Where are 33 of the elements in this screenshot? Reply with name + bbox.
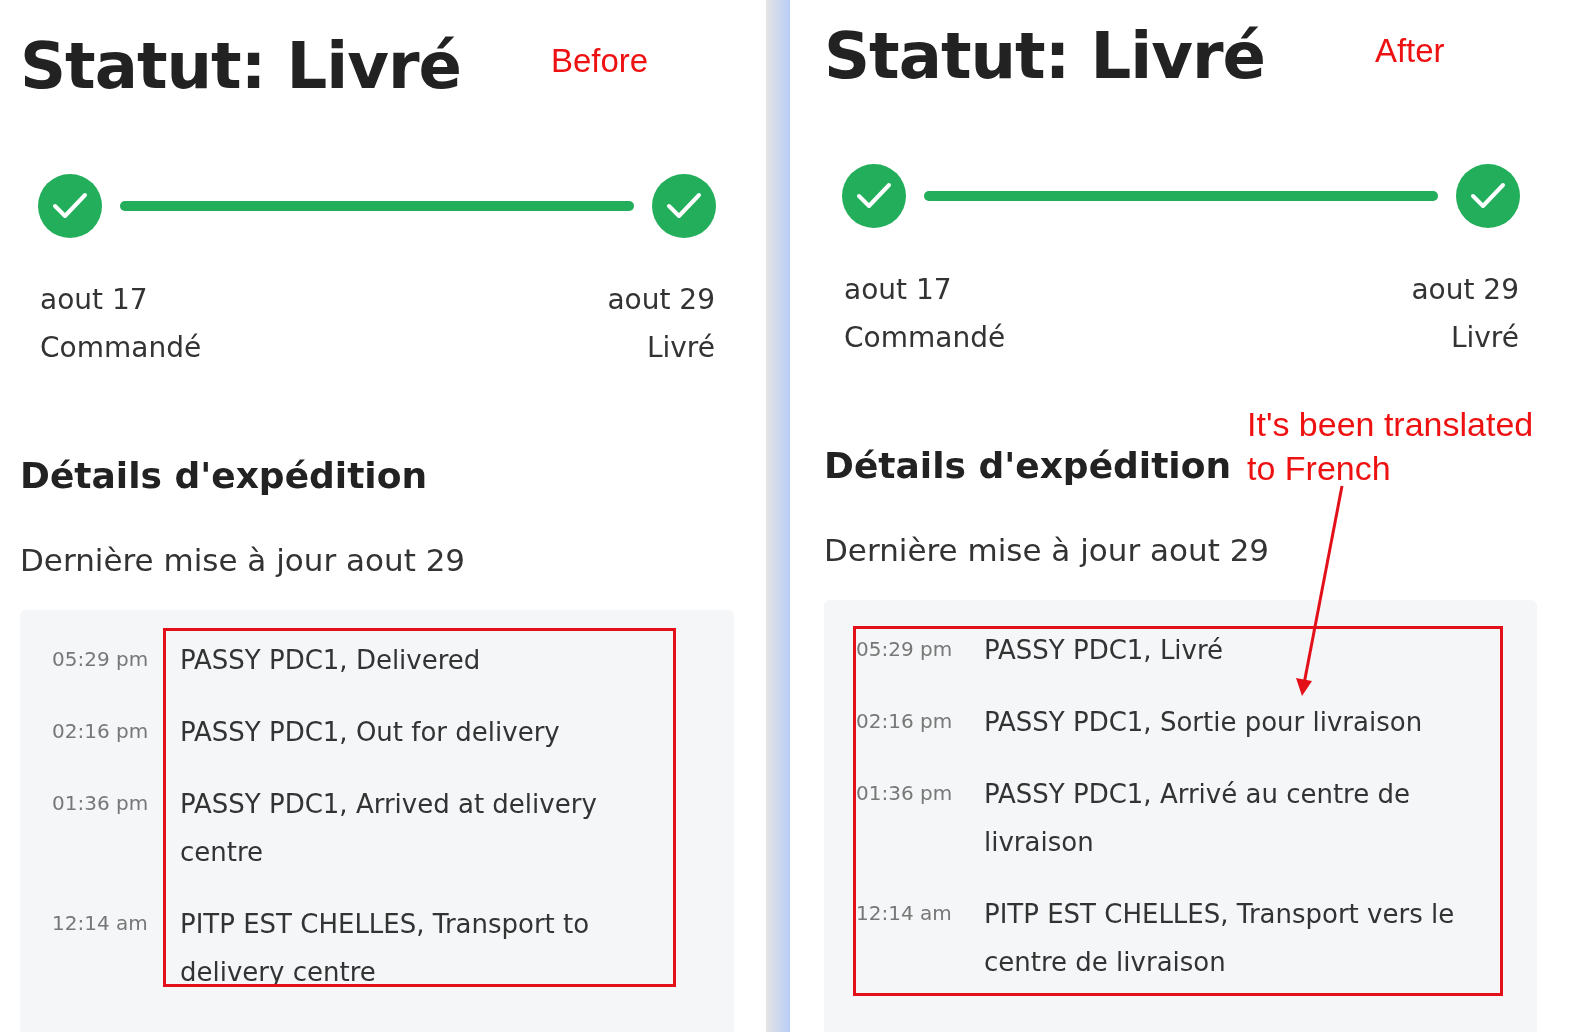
section-title: Détails d'expédition [824,444,1232,488]
annotation-text: It's been translated to French [1247,404,1535,489]
event-time: 05:29 pm [856,635,954,663]
event-text: PITP EST CHELLES, Transport to delivery centre [180,907,591,989]
event-text: PASSY PDC1, Arrived at delivery centre [180,787,598,869]
annotation-label: After [1374,31,1445,71]
event-time: 12:14 am [52,909,149,937]
event-time: 02:16 pm [856,707,954,735]
step-label: Commandé [844,320,1006,356]
step-date: aout 29 [607,282,715,318]
event-text: PITP EST CHELLES, Transport vers le centre de livraison [984,897,1456,979]
annotation-label: Before [550,41,649,81]
status-title: Statut: Livré [824,24,1265,88]
event-text: PASSY PDC1, Delivered [180,643,481,677]
event-text: PASSY PDC1, Livré [984,633,1224,667]
last-update-text: Dernière mise à jour aout 29 [20,541,467,581]
step-label: Commandé [40,330,202,366]
event-text: PASSY PDC1, Sortie pour livraison [984,705,1423,739]
last-update-text: Dernière mise à jour aout 29 [824,531,1271,571]
event-text: PASSY PDC1, Arrivé au centre de livraison [984,777,1411,859]
step-date: aout 29 [1411,272,1519,308]
event-time: 05:29 pm [52,645,150,673]
step-label: Livré [1450,320,1519,356]
event-time: 01:36 pm [52,789,150,817]
status-title: Statut: Livré [20,34,461,98]
event-time: 02:16 pm [52,717,150,745]
event-time: 01:36 pm [856,779,954,807]
step-date: aout 17 [40,282,149,318]
event-time: 12:14 am [856,899,953,927]
step-date: aout 17 [844,272,953,308]
step-label: Livré [646,330,715,366]
section-title: Détails d'expédition [20,454,428,498]
event-text: PASSY PDC1, Out for delivery [180,715,560,749]
